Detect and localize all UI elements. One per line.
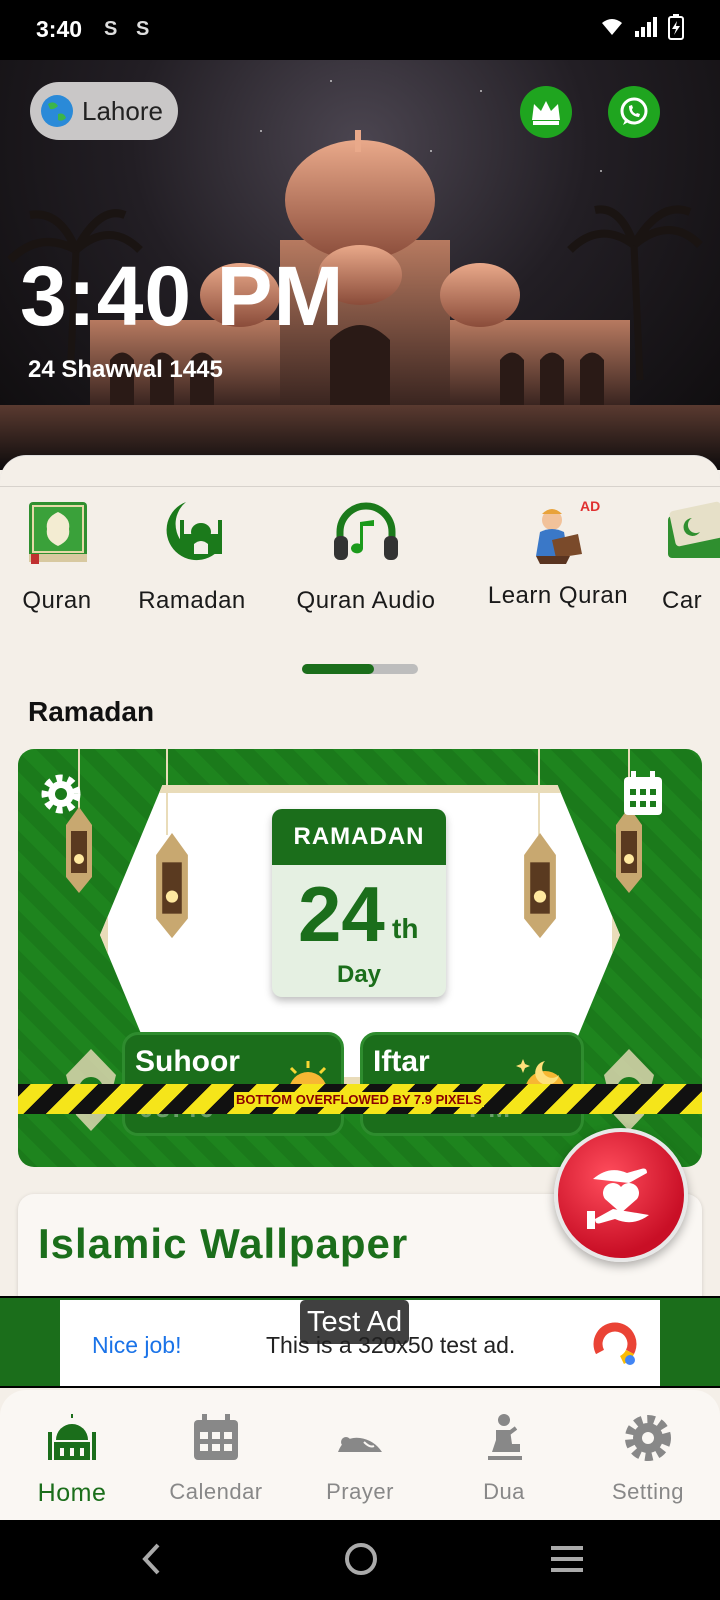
hijri-date: 24 Shawwal 1445 <box>28 356 223 383</box>
wallpaper-title: Islamic Wallpaper <box>38 1220 409 1267</box>
back-icon[interactable] <box>140 1542 164 1576</box>
globe-icon <box>41 95 73 127</box>
ad-badge: AD <box>580 498 601 514</box>
prayer-icon <box>338 1437 382 1452</box>
quran-book-icon <box>29 502 87 564</box>
system-navigation-bar <box>0 1520 720 1600</box>
category-ramadan[interactable]: Ramadan <box>130 496 254 615</box>
lantern-icon <box>156 833 188 939</box>
category-label: Learn Quran <box>487 582 629 609</box>
gear-icon <box>625 1415 671 1461</box>
ramadan-header: RAMADAN <box>272 809 446 865</box>
nav-prayer[interactable]: Prayer <box>288 1412 432 1505</box>
bottom-navigation: Home Calendar Prayer Dua Setting <box>0 1390 720 1520</box>
category-learn-quran[interactable]: AD Learn Quran <box>474 496 642 610</box>
ramadan-card[interactable]: RAMADAN 24 th Day Suhoor 03:46 Iftar PM … <box>18 749 702 1167</box>
home-circle-icon[interactable] <box>344 1542 378 1576</box>
ad-nice-job: Nice job! <box>92 1332 182 1358</box>
dua-icon <box>488 1414 522 1460</box>
lantern-icon <box>616 807 642 893</box>
ramadan-day-suffix: th <box>392 913 419 944</box>
location-label: Lahore <box>82 95 163 126</box>
headphones-music-icon <box>334 502 398 560</box>
ramadan-day-number: 24 <box>298 870 385 958</box>
nav-label: Setting <box>612 1479 684 1504</box>
lantern-icon <box>524 833 556 939</box>
settings-gear-icon[interactable] <box>38 771 84 817</box>
calendar-icon[interactable] <box>622 771 664 817</box>
category-label: Quran <box>22 587 92 614</box>
nav-calendar[interactable]: Calendar <box>144 1412 288 1505</box>
nav-home[interactable]: Home <box>0 1412 144 1508</box>
whatsapp-icon <box>620 97 648 125</box>
location-selector[interactable]: Lahore <box>30 82 178 140</box>
card-icon <box>668 501 720 558</box>
divider <box>0 486 720 487</box>
ramadan-day-card: RAMADAN 24 th Day <box>272 809 446 997</box>
current-time: 3:40 PM <box>20 249 345 343</box>
hero-banner: Lahore 3:40 PM 24 Shawwal 1445 <box>0 60 720 470</box>
heart-hands-icon <box>587 1168 649 1229</box>
category-scroll-indicator <box>302 664 418 674</box>
mosque-icon <box>48 1414 96 1460</box>
category-quran[interactable]: Quran <box>18 496 96 615</box>
status-bar: 3:40 S S <box>0 0 720 60</box>
section-title: Ramadan <box>28 696 155 727</box>
status-icons <box>600 14 684 40</box>
nav-label: Home <box>37 1479 107 1507</box>
battery-charging-icon <box>668 14 684 40</box>
crown-icon <box>532 101 560 125</box>
signal-icon <box>635 17 657 37</box>
nav-setting[interactable]: Setting <box>576 1412 720 1505</box>
nav-label: Dua <box>483 1479 525 1504</box>
nav-dua[interactable]: Dua <box>432 1412 576 1505</box>
category-partial[interactable]: Car <box>662 496 720 615</box>
test-ad-label: Test Ad <box>300 1300 410 1344</box>
notification-s-icon: S <box>104 18 118 40</box>
scroll-thumb <box>302 664 374 674</box>
iftar-label: Iftar <box>373 1045 430 1078</box>
status-time: 3:40 <box>36 16 83 42</box>
category-label: Quran Audio <box>296 587 436 614</box>
ramadan-day-label: Day <box>336 961 382 988</box>
notification-s-icon: S <box>136 18 150 40</box>
recents-menu-icon[interactable] <box>550 1544 584 1574</box>
nav-label: Prayer <box>326 1479 394 1504</box>
premium-crown-button[interactable] <box>520 86 572 138</box>
category-quran-audio[interactable]: Quran Audio <box>284 496 448 615</box>
whatsapp-button[interactable] <box>608 86 660 138</box>
calendar-icon <box>194 1414 238 1460</box>
donate-fab-button[interactable] <box>554 1128 688 1262</box>
lantern-icon <box>66 807 92 893</box>
mosque-crescent-icon <box>166 502 222 561</box>
nav-label: Calendar <box>169 1479 263 1504</box>
overflow-warning-text: BOTTOM OVERFLOWED BY 7.9 PIXELS <box>234 1092 484 1107</box>
suhoor-label: Suhoor <box>135 1045 240 1078</box>
admob-logo-icon <box>593 1322 637 1365</box>
wifi-icon <box>602 19 622 35</box>
category-label: Car <box>662 587 703 614</box>
category-label: Ramadan <box>138 587 246 614</box>
